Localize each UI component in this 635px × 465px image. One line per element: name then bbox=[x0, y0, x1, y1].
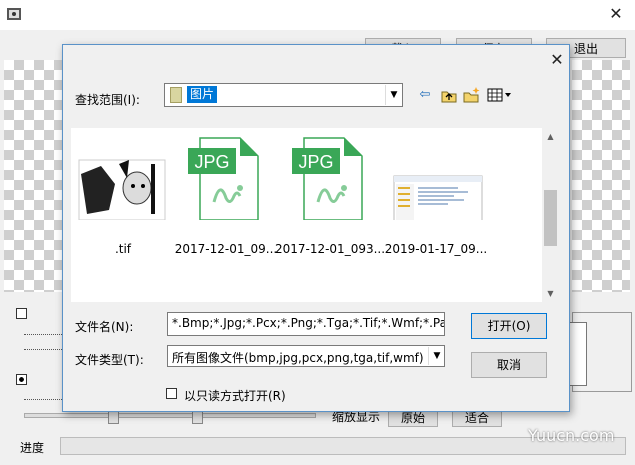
filetype-value: 所有图像文件(bmp,jpg,pcx,png,tga,tif,wmf) bbox=[172, 351, 424, 365]
back-arrow-icon[interactable]: ⇦ bbox=[416, 86, 434, 104]
jpg-file-icon: JPG bbox=[292, 137, 363, 220]
cancel-button[interactable]: 取消 bbox=[471, 352, 547, 378]
background-titlebar bbox=[0, 0, 635, 30]
progress-label: 进度 bbox=[20, 441, 45, 455]
background-canvas-left bbox=[4, 60, 62, 292]
filetype-label: 文件类型(T): bbox=[75, 353, 144, 367]
vertical-scrollbar[interactable]: ▲ ▼ bbox=[542, 128, 559, 302]
photo-thumbnail bbox=[78, 159, 166, 220]
chevron-down-icon[interactable]: ▼ bbox=[428, 347, 445, 365]
look-in-value: 图片 bbox=[187, 86, 218, 103]
screenshot-thumbnail bbox=[393, 175, 483, 220]
up-folder-icon[interactable] bbox=[440, 86, 458, 104]
file-list[interactable]: .tif JPG 2017-12-01_09... JPG 2017-12-01… bbox=[71, 128, 559, 302]
scroll-up-icon[interactable]: ▲ bbox=[542, 128, 559, 145]
background-tool-icons[interactable] bbox=[567, 322, 587, 386]
close-icon[interactable]: ✕ bbox=[547, 50, 567, 70]
file-name: .tif bbox=[114, 242, 132, 256]
background-slider-track[interactable] bbox=[24, 413, 316, 418]
background-ticks-3 bbox=[24, 393, 64, 400]
jpg-badge-text: JPG bbox=[298, 152, 333, 172]
jpg-file-icon: JPG bbox=[188, 137, 259, 220]
folder-icon bbox=[170, 87, 182, 103]
scroll-down-icon[interactable]: ▼ bbox=[542, 285, 559, 302]
background-canvas-right bbox=[572, 60, 630, 292]
view-menu-icon[interactable] bbox=[487, 86, 513, 104]
watermark: Yuucn.com bbox=[528, 426, 615, 445]
chevron-down-icon[interactable]: ▼ bbox=[385, 85, 402, 105]
app-icon bbox=[7, 8, 21, 20]
background-ticks-2 bbox=[24, 343, 64, 350]
file-name: 2019-01-17_09... bbox=[384, 242, 488, 256]
background-radio-1[interactable] bbox=[16, 308, 27, 319]
background-radio-2[interactable] bbox=[16, 374, 27, 385]
filename-input[interactable]: *.Bmp;*.Jpg;*.Pcx;*.Png;*.Tga;*.Tif;*.Wm… bbox=[167, 312, 445, 336]
readonly-label: 以只读方式打开(R) bbox=[184, 389, 286, 403]
filetype-dropdown[interactable]: 所有图像文件(bmp,jpg,pcx,png,tga,tif,wmf) ▼ bbox=[167, 345, 445, 367]
file-name: 2017-12-01_093... bbox=[274, 242, 386, 256]
look-in-dropdown[interactable]: 图片 ▼ bbox=[164, 83, 403, 107]
background-close-icon[interactable]: ✕ bbox=[606, 4, 626, 24]
look-in-label: 查找范围(I): bbox=[75, 93, 140, 107]
readonly-checkbox[interactable] bbox=[166, 388, 177, 399]
file-name: 2017-12-01_09... bbox=[174, 242, 278, 256]
open-file-dialog: ✕ 查找范围(I): 图片 ▼ ⇦ .tif JPG 2017-12-01_09… bbox=[62, 44, 570, 412]
open-button[interactable]: 打开(O) bbox=[471, 313, 547, 339]
background-ticks-1 bbox=[24, 328, 64, 335]
jpg-badge-text: JPG bbox=[194, 152, 229, 172]
new-folder-icon[interactable] bbox=[463, 86, 481, 104]
filename-label: 文件名(N): bbox=[75, 320, 134, 334]
scroll-thumb[interactable] bbox=[544, 190, 557, 246]
